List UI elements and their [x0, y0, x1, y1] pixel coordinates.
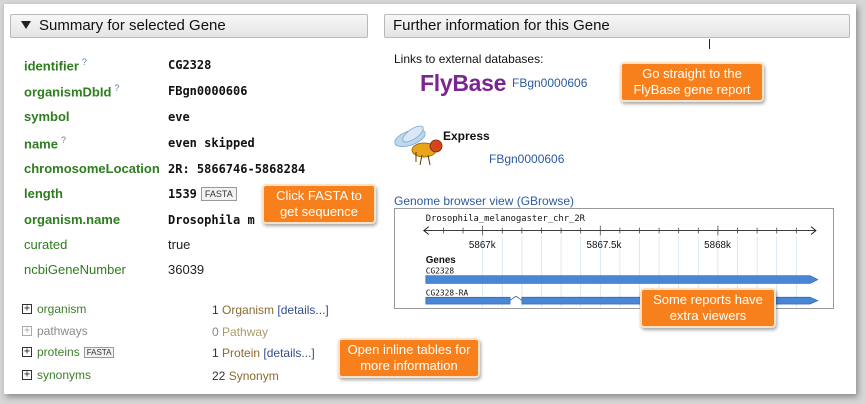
- gbrowse-tick-label: 5867.5k: [587, 240, 622, 251]
- details-link[interactable]: [details...]: [277, 303, 328, 317]
- expand-plus-icon: +: [22, 325, 32, 336]
- flyexpress-logo[interactable]: Express: [390, 122, 500, 170]
- flybase-id-link[interactable]: FBgn0000606: [512, 76, 587, 90]
- help-icon[interactable]: ?: [82, 57, 87, 67]
- field-value-organismdbid: FBgn0000606: [168, 84, 248, 98]
- details-link[interactable]: [details...]: [263, 346, 314, 360]
- flyexpress-id-link[interactable]: FBgn0000606: [489, 152, 564, 166]
- field-label-organism-name: organism.name: [24, 212, 121, 227]
- field-label-symbol: symbol: [24, 109, 70, 124]
- callout-flybase: Go straight to the FlyBase gene report: [620, 62, 764, 102]
- expand-plus-icon[interactable]: +: [22, 304, 32, 314]
- collection-proteins[interactable]: + proteins FASTA: [22, 345, 115, 359]
- field-value-identifier: CG2328: [168, 58, 212, 72]
- gbrowse-exon: [425, 296, 511, 305]
- gbrowse-tick-label: 5868k: [704, 240, 731, 251]
- fasta-button[interactable]: FASTA: [200, 187, 237, 201]
- summary-panel-title: Summary for selected Gene: [39, 17, 226, 34]
- collection-organism-count: 1 Organism [details...]: [212, 303, 329, 317]
- help-icon[interactable]: ?: [61, 135, 66, 145]
- field-label-chromosomelocation: chromosomeLocation: [24, 161, 160, 176]
- further-info-panel-title: Further information for this Gene: [393, 17, 610, 34]
- report-page: Summary for selected Gene identifier? CG…: [4, 4, 856, 394]
- flybase-logo[interactable]: FlyBase: [420, 70, 506, 97]
- help-icon[interactable]: ?: [114, 83, 119, 93]
- field-value-length: 1539 FASTA: [168, 187, 237, 201]
- collection-pathways: + pathways: [22, 324, 88, 338]
- collapse-triangle-icon[interactable]: [21, 21, 31, 29]
- gbrowse-genes-label: Genes: [426, 255, 457, 266]
- field-label-curated: curated: [24, 237, 68, 252]
- field-value-curated: true: [168, 237, 191, 252]
- field-label-organismdbid: organismDbId?: [24, 83, 120, 100]
- field-label-name: name?: [24, 135, 66, 152]
- flyexpress-fly-icon: [394, 125, 443, 166]
- callout-inline-tables: Open inline tables for more information: [338, 338, 480, 378]
- field-value-ncbigenenumber: 36039: [168, 262, 205, 277]
- expand-plus-icon[interactable]: +: [22, 370, 32, 380]
- flyexpress-wordmark: Express: [443, 129, 490, 143]
- field-label-ncbigenenumber: ncbiGeneNumber: [24, 262, 126, 277]
- collection-pathways-count: 0 Pathway: [212, 325, 269, 339]
- summary-panel-header[interactable]: Summary for selected Gene: [10, 14, 368, 38]
- field-value-organism-name: Drosophila m: [168, 213, 255, 227]
- callout-viewers: Some reports have extra viewers: [640, 288, 776, 328]
- collection-proteins-count: 1 Protein [details...]: [212, 346, 315, 360]
- field-label-length: length: [24, 186, 63, 201]
- further-info-panel-header: Further information for this Gene: [384, 14, 850, 38]
- fasta-button[interactable]: FASTA: [83, 346, 115, 358]
- collection-organism[interactable]: + organism: [22, 302, 86, 316]
- gbrowse-gene-label: CG2328: [426, 267, 455, 276]
- gbrowse-track-title: Drosophila_melanogaster_chr_2R: [426, 214, 586, 224]
- gbrowse-title-link[interactable]: Genome browser view (GBrowse): [394, 194, 574, 208]
- gbrowse-tick-label: 5867k: [469, 240, 496, 251]
- gbrowse-transcript-label: CG2328-RA: [426, 288, 469, 297]
- field-value-name: even skipped: [168, 136, 255, 150]
- field-value-symbol: eve: [168, 110, 190, 124]
- field-label-identifier: identifier?: [24, 57, 87, 74]
- collection-synonyms[interactable]: + synonyms: [22, 368, 91, 382]
- gbrowse-gene-glyph: [425, 275, 819, 284]
- external-links-label: Links to external databases:: [394, 52, 544, 66]
- collection-synonyms-count: 22 Synonym: [212, 369, 279, 383]
- text-cursor: [709, 39, 710, 49]
- field-value-chromosomelocation: 2R: 5866746-5868284: [168, 162, 306, 176]
- expand-plus-icon[interactable]: +: [22, 347, 32, 357]
- callout-fasta: Click FASTA to get sequence: [262, 184, 376, 224]
